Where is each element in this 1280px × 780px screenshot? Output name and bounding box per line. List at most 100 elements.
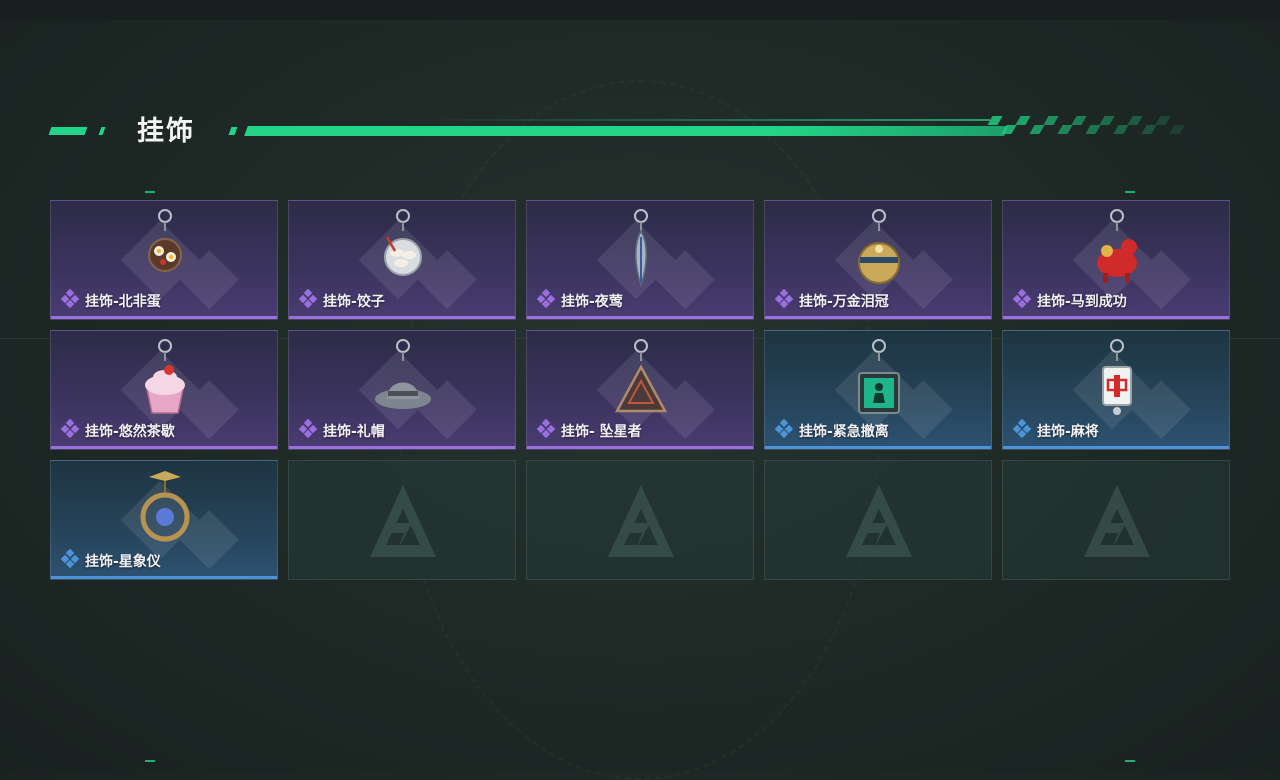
rarity-diamond-icon <box>536 418 561 443</box>
rarity-diamond-icon <box>60 288 85 313</box>
rarity-diamond-icon <box>298 288 323 313</box>
corner-tick <box>145 191 155 193</box>
checker-block <box>1015 116 1031 125</box>
rarity-strip <box>527 446 753 449</box>
rarity-diamond-icon <box>60 548 85 573</box>
game-logo-icon <box>1084 485 1150 557</box>
rarity-diamond-icon <box>774 288 799 313</box>
charm-name: 挂饰-北非蛋 <box>85 294 161 310</box>
game-logo-icon <box>846 485 912 557</box>
header-accent <box>98 127 106 135</box>
rarity-strip <box>765 316 991 319</box>
charm-name: 挂饰-马到成功 <box>1037 294 1127 310</box>
charm-label: 挂饰-北非蛋 <box>60 288 161 313</box>
checker-block <box>1113 125 1129 134</box>
charm-card[interactable]: 挂饰-夜莺 <box>526 200 754 320</box>
checker-block <box>1057 125 1073 134</box>
corner-tick <box>1125 760 1135 762</box>
charm-label: 挂饰-万金泪冠 <box>774 288 889 313</box>
checker-block <box>1169 125 1185 134</box>
header-accent <box>228 127 238 135</box>
charm-name: 挂饰-麻将 <box>1037 424 1099 440</box>
rarity-strip <box>1003 446 1229 449</box>
mahjong-tile-charm-icon <box>1102 339 1132 415</box>
empty-slot <box>526 460 754 580</box>
red-horse-charm-icon <box>1097 209 1137 283</box>
top-bar <box>0 0 1280 20</box>
header-thin-line <box>420 119 990 121</box>
cupcake-charm-icon <box>145 339 185 414</box>
checker-block <box>1141 125 1157 134</box>
charm-name: 挂饰- 坠星者 <box>561 424 642 440</box>
checker-block <box>1029 125 1045 134</box>
charm-card[interactable]: 挂饰-礼帽 <box>288 330 516 450</box>
header-checker-pattern <box>987 116 1200 136</box>
shakshuka-charm-icon <box>148 209 182 272</box>
rarity-strip <box>51 576 277 579</box>
charm-grid: 挂饰-北非蛋 挂饰-饺子 挂饰-夜莺 挂饰-万金泪冠 挂饰-马到成功 挂饰-悠然茶歇 挂饰-… <box>50 200 1230 580</box>
checker-block <box>987 116 1003 125</box>
charm-name: 挂饰-万金泪冠 <box>799 294 889 310</box>
charm-name: 挂饰-饺子 <box>323 294 385 310</box>
astrolabe-charm-icon <box>140 471 190 542</box>
charm-card[interactable]: 挂饰-北非蛋 <box>50 200 278 320</box>
charm-label: 挂饰-夜莺 <box>536 288 623 313</box>
rarity-diamond-icon <box>60 418 85 443</box>
section-title: 挂饰 <box>137 116 195 147</box>
header-accent <box>48 127 88 135</box>
rarity-strip <box>1003 316 1229 319</box>
checker-block <box>1155 116 1171 125</box>
checker-block <box>1043 116 1059 125</box>
charm-name: 挂饰-礼帽 <box>323 424 385 440</box>
checker-block <box>1127 116 1143 125</box>
charm-card[interactable]: 挂饰-麻将 <box>1002 330 1230 450</box>
triangle-emblem-charm-icon <box>614 339 668 413</box>
rarity-strip <box>51 446 277 449</box>
charm-label: 挂饰-紧急撤离 <box>774 418 889 443</box>
rarity-diamond-icon <box>298 418 323 443</box>
charm-label: 挂饰-饺子 <box>298 288 385 313</box>
charm-label: 挂饰- 坠星者 <box>536 418 642 443</box>
charm-card[interactable]: 挂饰-马到成功 <box>1002 200 1230 320</box>
rarity-strip <box>289 446 515 449</box>
rarity-diamond-icon <box>1012 288 1037 313</box>
charm-card[interactable]: 挂饰-星象仪 <box>50 460 278 580</box>
game-logo-icon <box>370 485 436 557</box>
game-logo-icon <box>608 485 674 557</box>
checker-block <box>1071 116 1087 125</box>
header-bar <box>244 126 1008 136</box>
charm-name: 挂饰-夜莺 <box>561 294 623 310</box>
rarity-strip <box>51 316 277 319</box>
golden-crown-charm-icon <box>858 209 900 284</box>
corner-tick <box>1125 191 1135 193</box>
charm-label: 挂饰-星象仪 <box>60 548 161 573</box>
charm-name: 挂饰-紧急撤离 <box>799 424 889 440</box>
charm-label: 挂饰-悠然茶歇 <box>60 418 175 443</box>
empty-slot <box>1002 460 1230 580</box>
dumpling-plate-charm-icon <box>384 209 422 276</box>
charm-label: 挂饰-礼帽 <box>298 418 385 443</box>
charm-card[interactable]: 挂饰-万金泪冠 <box>764 200 992 320</box>
feather-charm-icon <box>634 209 648 288</box>
rarity-diamond-icon <box>774 418 799 443</box>
exit-sign-charm-icon <box>858 339 900 414</box>
checker-block <box>1085 125 1101 134</box>
charm-card[interactable]: 挂饰- 坠星者 <box>526 330 754 450</box>
rarity-diamond-icon <box>536 288 561 313</box>
empty-slot <box>764 460 992 580</box>
charm-card[interactable]: 挂饰-悠然茶歇 <box>50 330 278 450</box>
rarity-strip <box>289 316 515 319</box>
charm-name: 挂饰-悠然茶歇 <box>85 424 175 440</box>
charm-label: 挂饰-麻将 <box>1012 418 1099 443</box>
fedora-hat-charm-icon <box>375 339 431 409</box>
charm-card[interactable]: 挂饰-紧急撤离 <box>764 330 992 450</box>
charm-card[interactable]: 挂饰-饺子 <box>288 200 516 320</box>
rarity-strip <box>765 446 991 449</box>
corner-tick <box>145 760 155 762</box>
rarity-strip <box>527 316 753 319</box>
checker-block <box>1001 125 1017 134</box>
charm-label: 挂饰-马到成功 <box>1012 288 1127 313</box>
empty-slot <box>288 460 516 580</box>
rarity-diamond-icon <box>1012 418 1037 443</box>
charm-name: 挂饰-星象仪 <box>85 554 161 570</box>
